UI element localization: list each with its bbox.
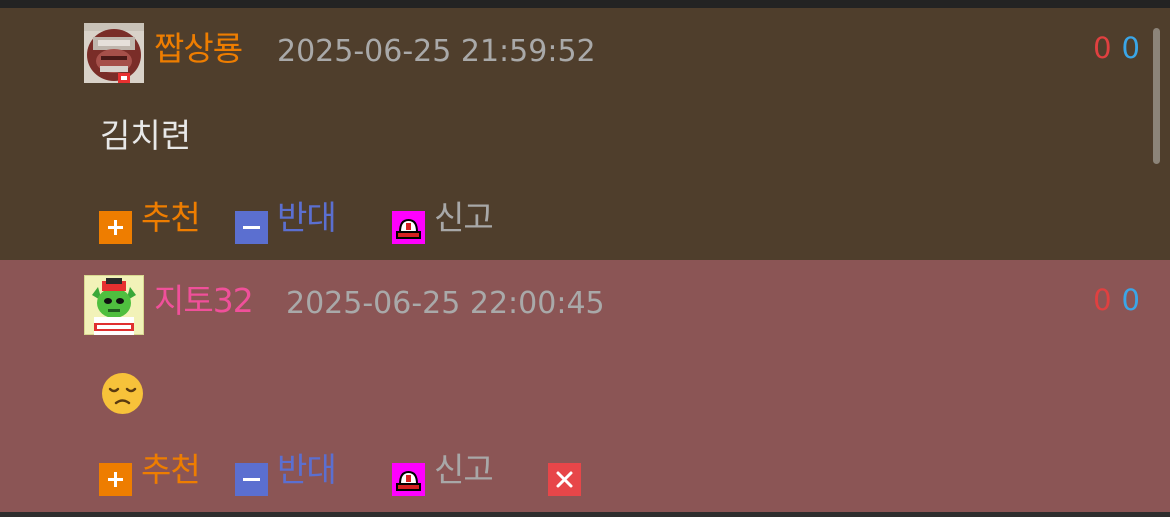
recommend-button[interactable]: 추천 — [141, 198, 201, 238]
bottom-border — [0, 512, 1170, 517]
siren-icon[interactable] — [392, 211, 425, 244]
nickname[interactable]: 지토32 — [154, 280, 254, 322]
minus-icon[interactable] — [235, 211, 268, 244]
score-down-count: 0 — [1121, 31, 1140, 65]
oppose-button[interactable]: 반대 — [277, 198, 337, 238]
score-counts: 00 — [1093, 282, 1140, 318]
comment-datetime: 2025-06-25 22:00:45 — [286, 286, 605, 321]
score-counts: 00 — [1093, 30, 1140, 66]
score-up-count: 0 — [1093, 283, 1112, 317]
scrollbar-thumb[interactable] — [1153, 28, 1160, 164]
disappointed-face-emoji — [101, 372, 144, 415]
delete-x-icon[interactable] — [548, 463, 581, 496]
plus-icon[interactable] — [99, 211, 132, 244]
comment-datetime: 2025-06-25 21:59:52 — [277, 34, 596, 69]
score-up-count: 0 — [1093, 31, 1112, 65]
comment-item: 지토32 2025-06-25 22:00:45 00 추천 반대 신고 — [0, 260, 1170, 512]
comment-actions: 추천 반대 신고 — [99, 448, 699, 496]
comment-item: 짭상룡 2025-06-25 21:59:52 00 김치련 추천 반대 신고 — [0, 8, 1170, 260]
recommend-button[interactable]: 추천 — [141, 450, 201, 490]
comment-body: 김치련 — [100, 116, 192, 155]
mustache-man-avatar-icon[interactable] — [84, 23, 144, 83]
nickname[interactable]: 짭상룡 — [154, 28, 243, 70]
plus-icon[interactable] — [99, 463, 132, 496]
oppose-button[interactable]: 반대 — [277, 450, 337, 490]
siren-icon[interactable] — [392, 463, 425, 496]
report-button[interactable]: 신고 — [434, 450, 494, 490]
minus-icon[interactable] — [235, 463, 268, 496]
report-button[interactable]: 신고 — [434, 198, 494, 238]
top-border — [0, 0, 1170, 8]
comment-actions: 추천 반대 신고 — [99, 196, 699, 244]
score-down-count: 0 — [1121, 283, 1140, 317]
green-goblin-avatar-icon[interactable] — [84, 275, 144, 335]
